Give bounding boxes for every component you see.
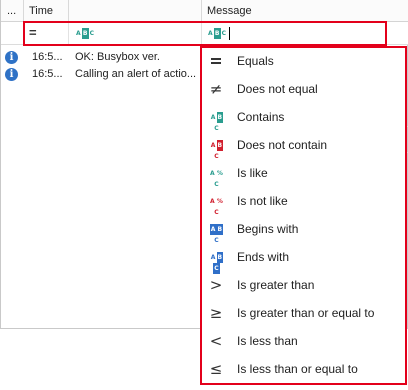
column-header-time[interactable]: Time bbox=[23, 0, 68, 22]
dropdown-highlight bbox=[200, 46, 407, 385]
row-time: 16:5... bbox=[32, 51, 63, 63]
info-icon: i bbox=[5, 68, 18, 81]
column-header-ellipsis[interactable]: ... bbox=[1, 0, 23, 22]
row-message: OK: Busybox ver. bbox=[75, 51, 160, 63]
column-divider[interactable] bbox=[201, 0, 202, 22]
column-header-row: ... Time Message bbox=[1, 0, 408, 22]
row-message: Calling an alert of actio... bbox=[75, 68, 197, 80]
table-row[interactable]: i 16:5... OK: Busybox ver. bbox=[1, 49, 201, 66]
filter-row-highlight bbox=[23, 21, 387, 46]
info-icon: i bbox=[5, 51, 18, 64]
table-row[interactable]: i 16:5... Calling an alert of actio... bbox=[1, 66, 201, 83]
column-divider[interactable] bbox=[68, 0, 69, 22]
row-time: 16:5... bbox=[32, 68, 63, 80]
column-header-message[interactable]: Message bbox=[201, 0, 401, 22]
